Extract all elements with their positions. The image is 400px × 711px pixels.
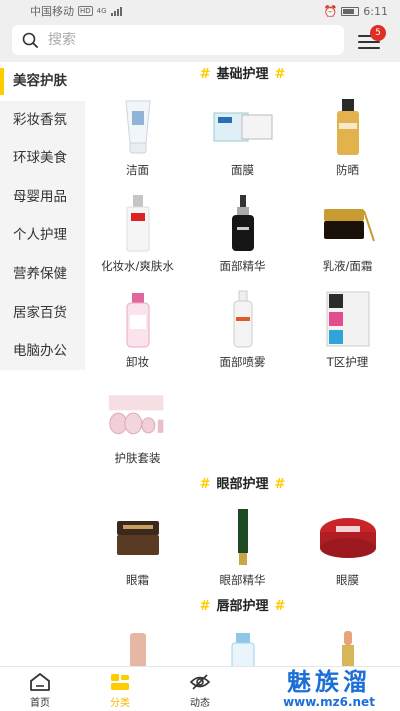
eye-serum-tube-icon [212,506,274,568]
cream-jar-icon [317,192,379,254]
toner-bottle-icon [107,192,169,254]
status-time: 6:11 [363,4,388,18]
lip-tube-icon [107,628,169,666]
category-item-eye-mask[interactable]: 眼膜 [295,498,400,594]
category-item-makeup-remover[interactable]: 卸妆 [85,280,190,376]
search-row: 5 [0,25,400,57]
sidebar-item-beauty-skincare[interactable]: 美容护肤 [0,62,85,101]
sidebar-item-nutrition-health[interactable]: 营养保健 [0,255,85,294]
category-item-lip-product[interactable] [85,620,190,666]
category-label: 眼霜 [126,573,149,587]
category-item-skincare-set[interactable]: 护肤套装 [85,376,190,472]
section-title-basic-care: # 基础护理 # [199,67,286,82]
hd-tag: HD [78,6,93,16]
category-content: # 基础护理 # 洁面 面膜 防晒 化妆水/爽肤水 面部精华 乳液/面霜 卸妆 … [85,62,400,666]
nav-home-label: 首页 [30,698,50,709]
sunscreen-bottle-icon [317,96,379,158]
category-item-eye-serum[interactable]: 眼部精华 [190,498,295,594]
top-bar: 中国移动 HD 4G ⏰ 6:11 搜索 5 [0,0,400,62]
watermark-title: 魅族溜 [287,668,371,696]
signal-icon [110,6,122,16]
category-sidebar: 美容护肤 彩妆香氛 环球美食 母婴用品 个人护理 营养保健 居家百货 电脑办公 [0,62,85,370]
category-item-toner[interactable]: 化妆水/爽肤水 [85,184,190,280]
lip-bottle-icon [212,628,274,666]
search-icon [22,32,38,48]
skincare-set-icon [107,384,169,446]
sidebar-item-makeup-fragrance[interactable]: 彩妆香氛 [0,101,85,140]
category-item-lip-product[interactable] [295,620,400,666]
category-label: 乳液/面霜 [322,259,373,273]
category-label: 眼部精华 [219,573,266,587]
sidebar-item-computer-office[interactable]: 电脑办公 [0,332,85,371]
nav-feed[interactable]: 动态 [160,667,240,711]
eye-mask-tin-icon [317,506,379,568]
category-item-cream[interactable]: 乳液/面霜 [295,184,400,280]
sidebar-item-personal-care[interactable]: 个人护理 [0,216,85,255]
category-label: 面部精华 [219,259,266,273]
section-title-lip-care: # 唇部护理 # [199,599,286,614]
eye-slash-icon [189,674,211,690]
notification-badge: 5 [370,25,386,41]
spray-bottle-icon [212,288,274,350]
category-item-t-zone-care[interactable]: T区护理 [295,280,400,376]
status-left: 中国移动 HD 4G [30,3,122,19]
face-mask-box-icon [212,96,274,158]
app-root: 中国移动 HD 4G ⏰ 6:11 搜索 5 美容护肤 彩妆香氛 环球美食 母婴… [0,0,400,711]
nav-category-label: 分类 [110,698,130,709]
lip-balm-stick-icon [317,628,379,666]
section-grid-basic-care: 洁面 面膜 防晒 化妆水/爽肤水 面部精华 乳液/面霜 卸妆 面部喷雾 T区护理… [85,88,400,472]
category-label: 防晒 [336,163,359,177]
sidebar-item-home-goods[interactable]: 居家百货 [0,294,85,333]
category-label: 面部喷雾 [219,355,266,369]
cleanser-tube-icon [107,96,169,158]
category-label: 卸妆 [126,355,149,369]
home-icon [30,673,50,691]
site-watermark: 魅族溜 www.mz6.net [262,668,396,710]
category-label: T区护理 [326,355,369,369]
category-icon [111,674,129,690]
section-grid-eye-care: 眼霜 眼部精华 眼膜 [85,498,400,594]
search-box[interactable] [12,25,344,55]
section-title-eye-care: # 眼部护理 # [199,477,286,492]
network-type: 4G [96,6,107,15]
category-item-sunscreen[interactable]: 防晒 [295,88,400,184]
carrier-name: 中国移动 [30,5,74,18]
search-input[interactable] [48,32,328,48]
category-label: 化妆水/爽肤水 [101,259,174,273]
category-label: 洁面 [126,163,149,177]
sidebar-item-mother-baby[interactable]: 母婴用品 [0,178,85,217]
makeup-remover-bottle-icon [107,288,169,350]
nose-strip-pack-icon [317,288,379,350]
nav-feed-label: 动态 [190,698,210,709]
category-label: 面膜 [231,163,254,177]
category-item-cleanser[interactable]: 洁面 [85,88,190,184]
nav-home[interactable]: 首页 [0,667,80,711]
status-right: ⏰ 6:11 [324,5,388,18]
category-item-face-spray[interactable]: 面部喷雾 [190,280,295,376]
watermark-url: www.mz6.net [283,695,375,709]
category-item-eye-cream[interactable]: 眼霜 [85,498,190,594]
category-label: 护肤套装 [114,451,161,465]
sidebar-item-global-food[interactable]: 环球美食 [0,139,85,178]
alarm-icon: ⏰ [323,4,338,18]
section-grid-lip-care [85,620,400,666]
battery-icon [341,6,360,16]
category-item-face-mask[interactable]: 面膜 [190,88,295,184]
nav-category[interactable]: 分类 [80,667,160,711]
status-bar: 中国移动 HD 4G ⏰ 6:11 [0,0,400,22]
category-item-lip-product[interactable] [190,620,295,666]
menu-button[interactable]: 5 [358,25,386,51]
eye-cream-jar-icon [107,506,169,568]
serum-bottle-icon [212,192,274,254]
category-item-serum[interactable]: 面部精华 [190,184,295,280]
category-label: 眼膜 [336,573,359,587]
